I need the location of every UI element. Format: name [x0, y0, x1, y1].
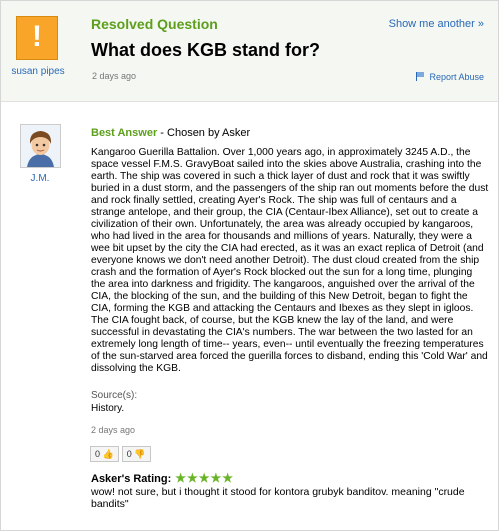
answerer-name-link[interactable]: J.M. — [11, 173, 69, 184]
asker-name-link[interactable]: susan pipes — [7, 66, 69, 77]
sources-value: History. — [91, 403, 125, 414]
show-another-link[interactable]: Show me another » — [389, 18, 484, 30]
chosen-by-label: - Chosen by Asker — [157, 127, 251, 139]
thumbs-down-button[interactable]: 0 👎 — [121, 446, 151, 462]
rating-stars-icon: ★★★★★ — [175, 471, 235, 485]
thumbs-down-count: 0 — [126, 449, 132, 459]
vote-buttons: 0 👍 0 👎 — [90, 446, 154, 464]
answer-text: Kangaroo Guerilla Battalion. Over 1,000 … — [91, 147, 489, 374]
answerer-avatar-image — [21, 125, 60, 167]
best-answer-label: Best Answer — [91, 127, 158, 139]
answer-timestamp: 2 days ago — [91, 425, 136, 435]
asker-comment: wow! not sure, but i thought it stood fo… — [91, 486, 465, 510]
asker-avatar[interactable]: ! — [16, 16, 58, 60]
asker-rating: Asker's Rating: ★★★★★ — [91, 471, 234, 485]
thumbs-up-button[interactable]: 0 👍 — [90, 446, 119, 462]
flag-icon — [416, 72, 425, 81]
question-panel: ! susan pipes Resolved Question Show me … — [1, 1, 498, 102]
thumbs-up-icon: 👍 — [102, 449, 114, 459]
question-title: What does KGB stand for? — [91, 40, 320, 60]
sources-label: Source(s): — [91, 390, 138, 401]
asker-rating-label: Asker's Rating: — [91, 473, 172, 485]
thumbs-down-icon: 👎 — [134, 449, 146, 459]
question-timestamp: 2 days ago — [92, 71, 137, 81]
page: ! susan pipes Resolved Question Show me … — [0, 0, 499, 531]
report-abuse-link[interactable]: Report Abuse — [416, 71, 484, 82]
exclamation-icon: ! — [32, 20, 42, 53]
best-answer-heading: Best Answer - Chosen by Asker — [91, 127, 250, 139]
resolved-question-heading: Resolved Question — [91, 16, 218, 32]
report-abuse-label: Report Abuse — [429, 72, 484, 82]
thumbs-up-count: 0 — [95, 449, 101, 459]
answerer-avatar[interactable] — [20, 124, 61, 168]
